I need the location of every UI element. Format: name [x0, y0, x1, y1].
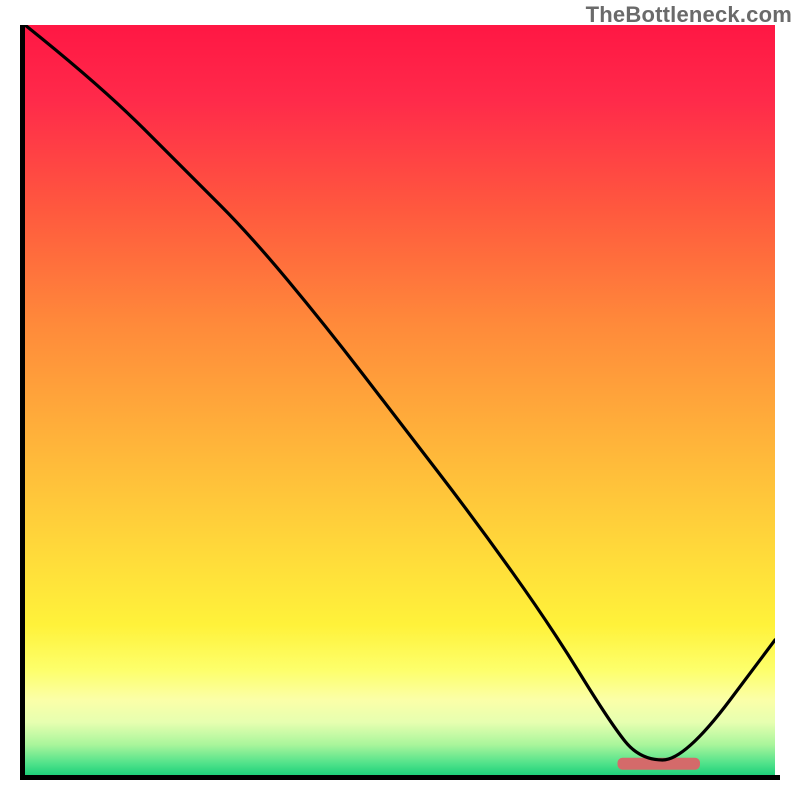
axis-y	[20, 25, 25, 780]
plot-overlay	[25, 25, 775, 775]
axis-x	[20, 775, 780, 780]
watermark-label: TheBottleneck.com	[586, 2, 792, 28]
bottleneck-curve	[25, 25, 775, 760]
plot-area	[25, 25, 775, 775]
chart-container: TheBottleneck.com	[0, 0, 800, 800]
